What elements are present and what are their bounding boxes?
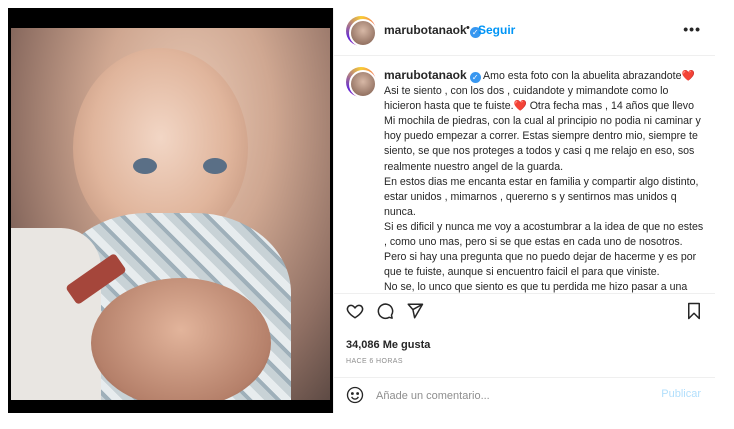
post-header: marubotanaok ✓ • Seguir ••• (334, 8, 715, 56)
follow-button[interactable]: Seguir (478, 23, 515, 37)
author-username[interactable]: marubotanaok (384, 23, 467, 37)
post-side-panel: marubotanaok ✓ • Seguir ••• marubotanaok ✓… (333, 8, 715, 413)
author-avatar[interactable] (346, 16, 377, 47)
caption-paragraph: Si es dificil y nunca me voy a acostumbr… (384, 220, 704, 249)
post-photo[interactable] (11, 28, 330, 400)
bookmark-icon[interactable] (685, 302, 703, 320)
emoji-icon[interactable] (346, 386, 364, 404)
more-options-icon[interactable]: ••• (683, 21, 701, 37)
caption-text-1: Amo esta foto con la abuelita abrazandot… (384, 70, 701, 173)
caption-paragraph: En estos dias me encanta estar en famili… (384, 175, 699, 218)
comment-input[interactable] (376, 388, 646, 404)
caption-verified-icon: ✓ (469, 72, 481, 83)
comment-bar: Publicar (334, 377, 715, 419)
photo-hand (91, 278, 271, 400)
caption-author-avatar[interactable] (346, 67, 377, 98)
post-timestamp[interactable]: HACE 6 HORAS (346, 358, 403, 365)
caption-paragraph: No se, lo unco que siento es que tu perd… (384, 281, 688, 293)
caption-username[interactable]: marubotanaok (384, 68, 467, 82)
caption-area: marubotanaok ✓ Amo esta foto con la abuel… (334, 57, 715, 293)
post-actions: 34,086 Me gusta HACE 6 HORAS Publicar (334, 293, 715, 404)
heart-icon[interactable] (346, 302, 364, 320)
post-caption: marubotanaok ✓ Amo esta foto con la abuel… (384, 68, 706, 293)
caption-paragraph: marubotanaok ✓ Amo esta foto con la abuel… (384, 68, 706, 175)
separator-dot: • (466, 22, 470, 34)
photo-sleeve (11, 228, 101, 400)
share-icon[interactable] (406, 302, 424, 320)
post-photo-panel (8, 8, 333, 413)
caption-paragraph: Pero si hay una pregunta que no puedo de… (384, 251, 697, 279)
publish-button[interactable]: Publicar (661, 388, 701, 400)
instagram-post-window: marubotanaok ✓ • Seguir ••• marubotanaok ✓… (0, 0, 734, 429)
comment-icon[interactable] (376, 302, 394, 320)
likes-count[interactable]: 34,086 Me gusta (346, 339, 430, 351)
